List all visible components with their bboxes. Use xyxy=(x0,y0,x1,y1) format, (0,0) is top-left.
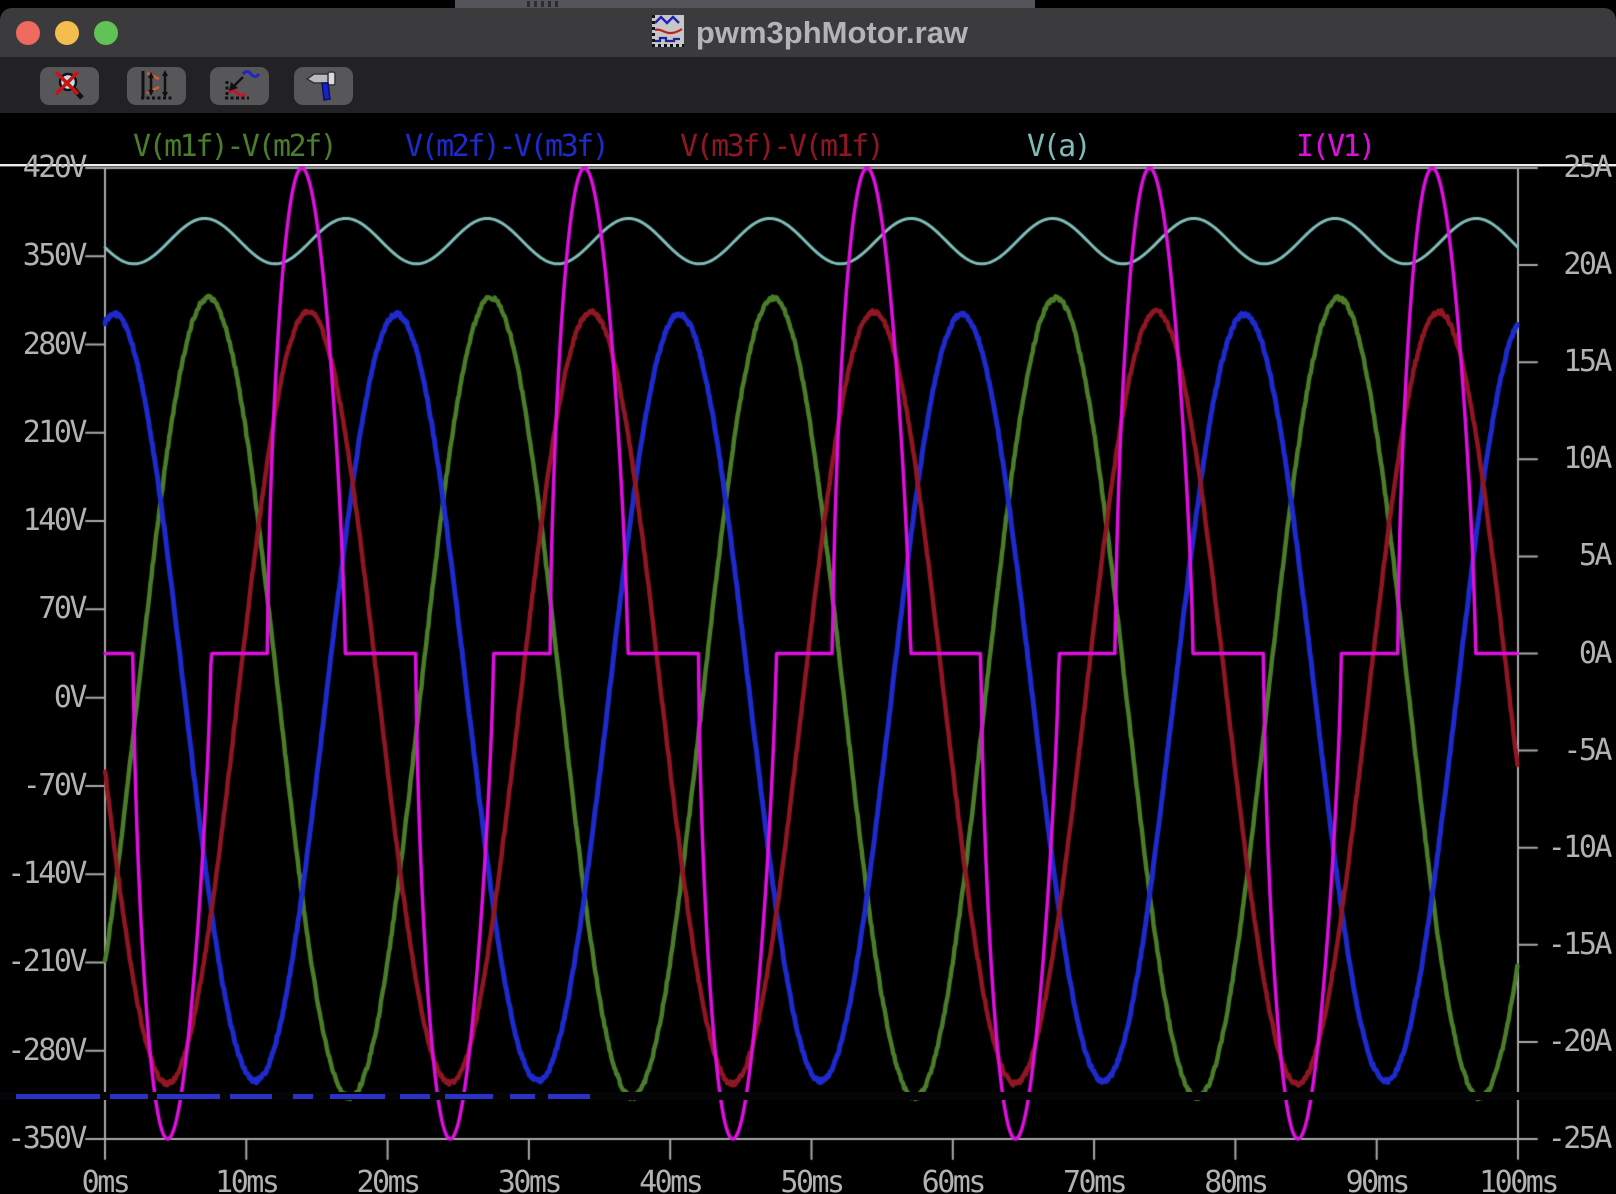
plot-pane: V(m1f)-V(m2f) V(m2f)-V(m3f) V(m3f)-V(m1f… xyxy=(0,113,1616,1194)
waveform-document-icon xyxy=(648,15,684,50)
y-left-tick-label: 0V xyxy=(0,680,85,715)
zoom-button[interactable] xyxy=(94,21,118,45)
control-panel-button[interactable] xyxy=(294,67,353,105)
x-tick-label: 100ms xyxy=(1448,1165,1588,1194)
y-right-tick-label: -5A xyxy=(1524,733,1610,768)
background-window-edge xyxy=(455,0,1035,8)
x-tick-label: 10ms xyxy=(176,1165,316,1194)
toolbar xyxy=(0,57,1616,113)
x-tick-label: 70ms xyxy=(1024,1165,1164,1194)
clipped-blue-text-fragment xyxy=(445,1094,493,1099)
clipped-blue-text-fragment xyxy=(330,1094,385,1099)
y-left-tick-label: -280V xyxy=(0,1033,85,1068)
clipped-blue-text-fragment xyxy=(230,1094,272,1099)
x-tick-label: 40ms xyxy=(600,1165,740,1194)
clipped-blue-text-fragment xyxy=(16,1094,100,1099)
x-tick-label: 80ms xyxy=(1165,1165,1305,1194)
y-right-tick-label: -10A xyxy=(1524,830,1610,865)
waveform-viewer-window: pwm3phMotor.raw xyxy=(0,8,1616,1194)
clipped-blue-text-fragment xyxy=(110,1094,148,1099)
y-left-tick-label: 420V xyxy=(0,150,85,185)
y-right-tick-label: 10A xyxy=(1524,441,1610,476)
window-title: pwm3phMotor.raw xyxy=(696,15,968,51)
plot-settings-icon xyxy=(219,69,261,103)
autorange-button[interactable] xyxy=(127,67,186,105)
background-window-glyphs xyxy=(527,1,561,7)
y-left-tick-label: 280V xyxy=(0,327,85,362)
y-right-tick-label: 20A xyxy=(1524,247,1610,282)
waveform-canvas[interactable] xyxy=(0,113,1616,1194)
y-left-tick-label: 70V xyxy=(0,591,85,626)
minimize-button[interactable] xyxy=(55,21,79,45)
y-left-tick-label: -70V xyxy=(0,768,85,803)
x-tick-label: 50ms xyxy=(742,1165,882,1194)
clipped-blue-text-fragment xyxy=(400,1094,430,1099)
autorange-axes-icon xyxy=(137,69,177,103)
zoom-undo-icon xyxy=(50,70,90,102)
zoom-back-button[interactable] xyxy=(40,67,99,105)
title-group: pwm3phMotor.raw xyxy=(648,15,968,51)
clipped-blue-text-fragment xyxy=(548,1094,590,1099)
x-tick-label: 0ms xyxy=(35,1165,175,1194)
screen: pwm3phMotor.raw xyxy=(0,0,1616,1194)
y-left-tick-label: 210V xyxy=(0,415,85,450)
title-bar[interactable]: pwm3phMotor.raw xyxy=(0,8,1616,57)
y-left-tick-label: 350V xyxy=(0,238,85,273)
y-left-tick-label: -350V xyxy=(0,1121,85,1156)
control-panel-hammer-icon xyxy=(304,69,344,103)
y-right-tick-label: -15A xyxy=(1524,927,1610,962)
y-left-tick-label: -140V xyxy=(0,856,85,891)
clipped-blue-text-fragment xyxy=(157,1094,220,1099)
y-right-tick-label: -25A xyxy=(1524,1121,1610,1156)
clipped-blue-text-fragment xyxy=(510,1094,535,1099)
y-right-tick-label: 15A xyxy=(1524,344,1610,379)
traffic-lights xyxy=(0,8,118,57)
y-right-tick-label: 0A xyxy=(1524,636,1610,671)
y-right-tick-label: -20A xyxy=(1524,1024,1610,1059)
x-tick-label: 60ms xyxy=(883,1165,1023,1194)
close-button[interactable] xyxy=(16,21,40,45)
y-right-tick-label: 25A xyxy=(1524,150,1610,185)
x-tick-label: 90ms xyxy=(1307,1165,1447,1194)
clipped-background-row xyxy=(0,1092,1616,1100)
y-left-tick-label: 140V xyxy=(0,503,85,538)
y-left-tick-label: -210V xyxy=(0,944,85,979)
x-tick-label: 30ms xyxy=(459,1165,599,1194)
x-tick-label: 20ms xyxy=(318,1165,458,1194)
plot-settings-button[interactable] xyxy=(210,67,269,105)
y-right-tick-label: 5A xyxy=(1524,538,1610,573)
clipped-blue-text-fragment xyxy=(293,1094,313,1099)
